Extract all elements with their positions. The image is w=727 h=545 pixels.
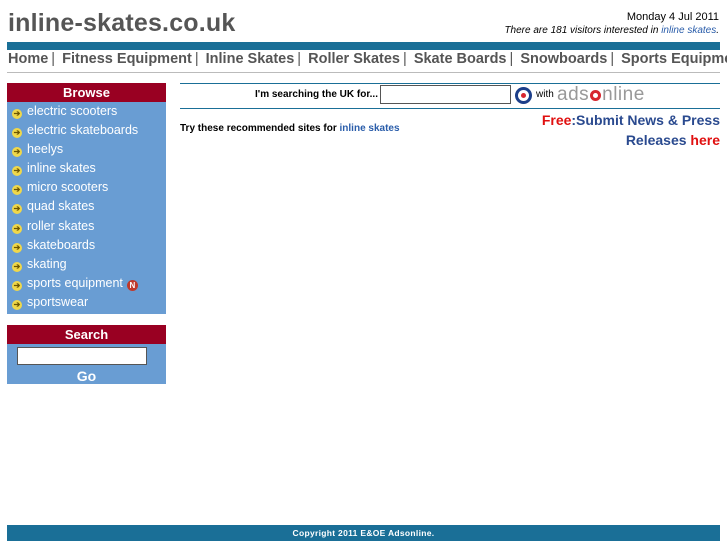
press-line-1: Free:Submit News & Press <box>542 110 720 130</box>
brand-o-target-icon <box>590 90 602 101</box>
arrow-right-icon: ➔ <box>12 128 22 139</box>
nav-separator: | <box>51 51 56 67</box>
header-divider-bar <box>7 42 720 50</box>
nav-separator: | <box>509 51 514 67</box>
nav-separator: | <box>297 51 302 67</box>
search-panel: Search Go <box>7 325 166 384</box>
visitor-keyword-link[interactable]: inline skates <box>661 25 716 36</box>
main-search-bar: I'm searching the UK for... with ads nlin… <box>180 83 720 109</box>
nav-home[interactable]: Home <box>8 51 48 67</box>
browse-item-skating[interactable]: ➔ skating <box>7 255 166 274</box>
browse-panel: Browse ➔ electric scooters ➔ electric skat… <box>7 83 166 315</box>
date-display: Monday 4 Jul 2011 <box>626 11 719 23</box>
press-release-promo: Free:Submit News & Press Releases here <box>542 110 720 150</box>
visitor-count-suffix: . <box>716 25 719 36</box>
brand-suffix: nline <box>602 84 645 105</box>
arrow-right-icon: ➔ <box>12 109 22 119</box>
browse-item-heelys[interactable]: ➔ heelys <box>7 140 166 159</box>
browse-title: Browse <box>7 83 166 102</box>
brand-prefix: ads <box>557 84 590 105</box>
browse-item-skateboards[interactable]: ➔ skateboards <box>7 236 166 255</box>
recommend-keyword-link[interactable]: inline skates <box>340 123 400 134</box>
footer-copyright: Copyright 2011 E&OE Adsonline. <box>7 525 720 541</box>
visitor-count-prefix: There are 181 visitors interested in <box>504 25 662 36</box>
arrow-right-icon: ➔ <box>12 242 22 253</box>
browse-item-label: skating <box>27 256 67 271</box>
recommend-prefix: Try these recommended sites for <box>180 123 340 134</box>
visitor-count: There are 181 visitors interested in inl… <box>504 25 719 36</box>
browse-item-label: quad skates <box>27 199 95 214</box>
press-line-2: Releases here <box>542 130 720 150</box>
free-label: Free <box>541 112 572 128</box>
submit-news-link[interactable]: :Submit News & Press <box>571 112 720 128</box>
browse-item-inline-skates[interactable]: ➔ inline skates <box>7 159 166 178</box>
browse-item-electric-skateboards[interactable]: ➔ electric skateboards <box>7 121 166 140</box>
nav-snowboards[interactable]: Snowboards <box>520 51 607 67</box>
browse-item-sports-equipment[interactable]: ➔ sports equipment N <box>7 274 166 293</box>
nav-inline-skates[interactable]: Inline Skates <box>206 51 295 67</box>
browse-item-label: electric scooters <box>27 104 118 118</box>
arrow-right-icon: ➔ <box>12 280 22 291</box>
arrow-right-icon: ➔ <box>12 147 22 158</box>
adsonline-logo[interactable]: ads nline <box>557 84 645 106</box>
arrow-right-icon: ➔ <box>12 223 22 234</box>
nav-underline <box>7 72 720 73</box>
nav-fitness-equipment[interactable]: Fitness Equipment <box>62 51 192 67</box>
nav-separator: | <box>194 51 199 67</box>
browse-item-electric-scooters[interactable]: ➔ electric scooters <box>7 102 166 121</box>
arrow-right-icon: ➔ <box>12 166 22 177</box>
nav-skate-boards[interactable]: Skate Boards <box>414 51 507 67</box>
browse-item-roller-skates[interactable]: ➔ roller skates <box>7 217 166 236</box>
arrow-right-icon: ➔ <box>12 299 22 310</box>
main-nav: Home | Fitness Equipment | Inline Skates | … <box>8 51 727 67</box>
browse-item-label: skateboards <box>27 237 96 252</box>
browse-item-label: micro scooters <box>27 180 109 195</box>
search-target-icon[interactable] <box>515 87 532 104</box>
search-label: I'm searching the UK for... <box>255 89 378 100</box>
browse-item-label: roller skates <box>27 218 95 233</box>
go-button[interactable]: Go <box>7 368 166 384</box>
browse-list: ➔ electric scooters ➔ electric skateboards… <box>7 102 166 314</box>
arrow-right-icon: ➔ <box>12 185 22 196</box>
nav-roller-skates[interactable]: Roller Skates <box>308 51 400 67</box>
releases-label: Releases <box>625 132 691 148</box>
new-badge-icon: N <box>126 279 138 291</box>
browse-item-sportswear[interactable]: ➔ sportswear <box>7 293 166 312</box>
browse-item-label: sports equipment <box>27 275 123 290</box>
site-title[interactable]: inline-skates.co.uk <box>8 9 236 38</box>
browse-item-quad-skates[interactable]: ➔ quad skates <box>7 197 166 216</box>
main-search-input[interactable] <box>380 85 511 104</box>
browse-item-label: electric skateboards <box>27 123 139 138</box>
nav-separator: | <box>610 51 615 67</box>
arrow-right-icon: ➔ <box>12 261 22 272</box>
recommended-sites-text: Try these recommended sites for inline s… <box>180 123 400 134</box>
browse-item-micro-scooters[interactable]: ➔ micro scooters <box>7 178 166 197</box>
search-panel-title: Search <box>7 325 166 344</box>
arrow-right-icon: ➔ <box>12 204 22 215</box>
with-label: with <box>536 89 554 100</box>
sidebar-search-input[interactable] <box>17 347 147 365</box>
nav-sports-equipment[interactable]: Sports Equipment <box>621 51 727 67</box>
here-link[interactable]: here <box>690 132 720 148</box>
browse-item-label: sportswear <box>27 294 89 309</box>
nav-separator: | <box>403 51 407 67</box>
browse-item-label: heelys <box>27 142 64 157</box>
browse-item-label: inline skates <box>27 161 96 176</box>
